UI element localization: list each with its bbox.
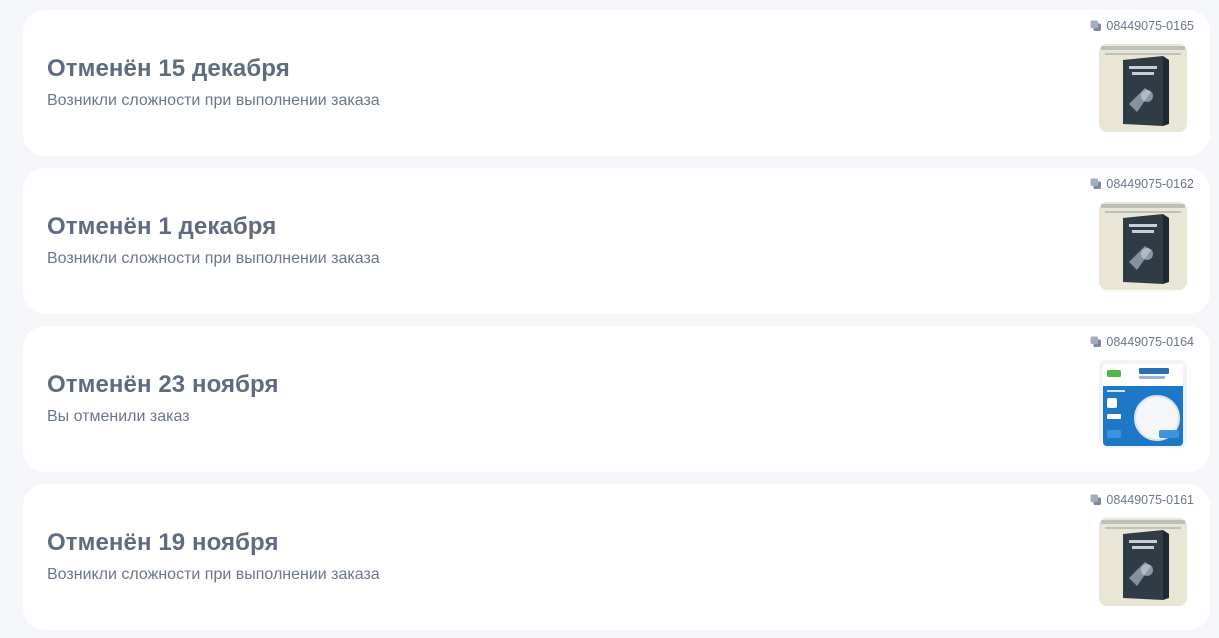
order-reason: Вы отменили заказ (47, 408, 190, 425)
order-number-text: 08449075-0161 (1106, 493, 1194, 507)
order-reason: Возникли сложности при выполнении заказа (47, 566, 380, 583)
copy-icon[interactable] (1090, 20, 1102, 32)
order-number[interactable]: 08449075-0165 (1090, 19, 1194, 33)
order-number-text: 08449075-0164 (1106, 335, 1194, 349)
order-status: Отменён 19 ноября (47, 529, 279, 556)
order-card[interactable]: 08449075-0165 Отменён 15 декабря Возникл… (23, 10, 1210, 156)
order-reason: Возникли сложности при выполнении заказа (47, 92, 380, 109)
product-thumbnail-book[interactable] (1099, 44, 1187, 132)
order-number-text: 08449075-0165 (1106, 19, 1194, 33)
order-status: Отменён 1 декабря (47, 213, 277, 240)
product-thumbnail-lamp[interactable] (1099, 360, 1187, 448)
order-number[interactable]: 08449075-0164 (1090, 335, 1194, 349)
product-thumbnail-book[interactable] (1099, 518, 1187, 606)
order-number-text: 08449075-0162 (1106, 177, 1194, 191)
order-number[interactable]: 08449075-0161 (1090, 493, 1194, 507)
copy-icon[interactable] (1090, 178, 1102, 190)
order-card[interactable]: 08449075-0162 Отменён 1 декабря Возникли… (23, 168, 1210, 314)
order-card[interactable]: 08449075-0161 Отменён 19 ноября Возникли… (23, 484, 1210, 630)
copy-icon[interactable] (1090, 494, 1102, 506)
copy-icon[interactable] (1090, 336, 1102, 348)
product-thumbnail-book[interactable] (1099, 202, 1187, 290)
order-number[interactable]: 08449075-0162 (1090, 177, 1194, 191)
order-status: Отменён 15 декабря (47, 55, 290, 82)
orders-list: 08449075-0165 Отменён 15 декабря Возникл… (0, 0, 1219, 638)
order-card[interactable]: 08449075-0164 Отменён 23 ноября Вы отмен… (23, 326, 1210, 472)
order-status: Отменён 23 ноября (47, 371, 279, 398)
order-reason: Возникли сложности при выполнении заказа (47, 250, 380, 267)
